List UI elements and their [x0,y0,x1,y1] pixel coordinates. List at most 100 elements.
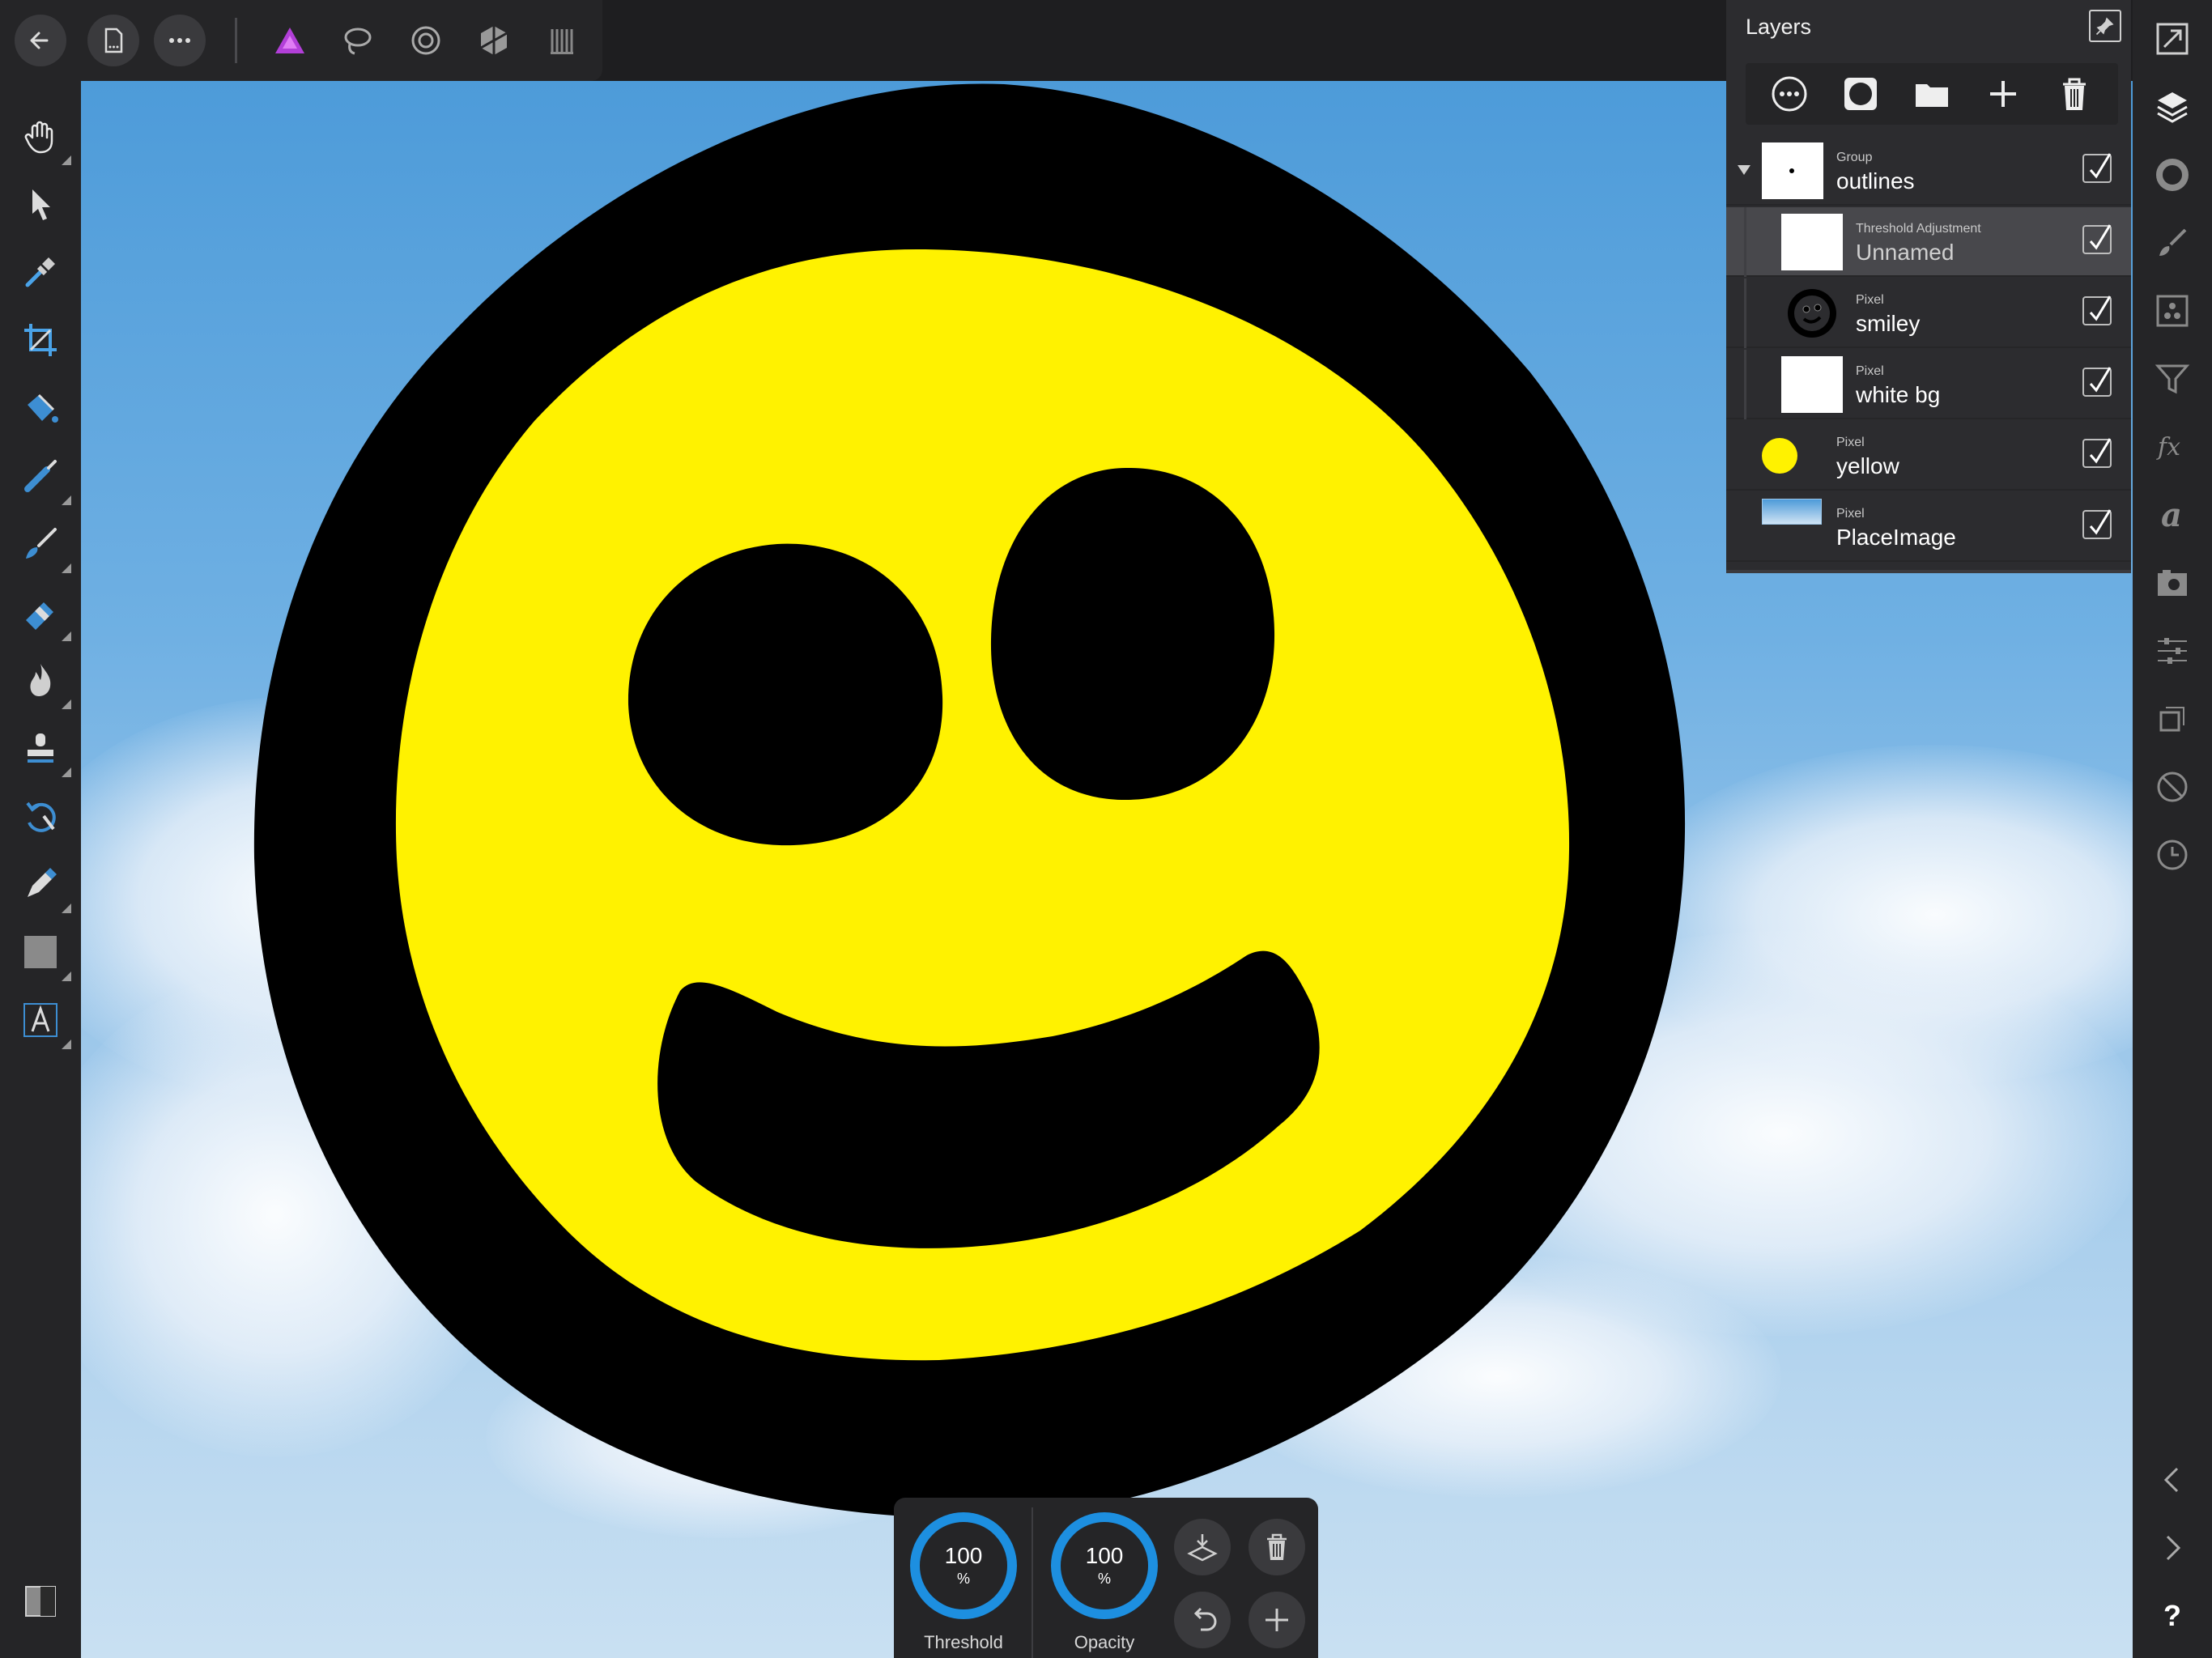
history-studio-button[interactable] [2153,835,2192,874]
layer-visibility-checkbox[interactable] [2082,367,2112,397]
mask-studio-button[interactable] [2153,767,2192,806]
flood-fill-tool[interactable] [15,382,66,434]
navigator-studio-button[interactable] [2153,19,2192,58]
paint-bucket-icon [28,393,58,423]
expand-triangle-icon[interactable] [1736,162,1752,178]
chevron-right-icon [2166,1535,2181,1561]
delete-layer-button[interactable] [2048,68,2100,120]
add-layer-button[interactable] [1977,68,2029,120]
snapshot-studio-button[interactable] [2153,563,2192,602]
add-adjustment-button[interactable] [1249,1592,1305,1648]
crop-tool[interactable] [15,314,66,366]
layer-visibility-checkbox[interactable] [2082,224,2112,254]
back-button[interactable] [15,15,66,66]
rectangle-tool[interactable] [15,926,71,981]
text-styles-studio-button[interactable]: a [2153,495,2192,534]
layer-row-threshold[interactable]: Threshold Adjustment Unnamed [1726,207,2131,277]
layer-row-white-bg[interactable]: Pixel white bg [1726,350,2131,419]
layer-visibility-checkbox[interactable] [2082,438,2112,468]
liquify-persona-button[interactable] [332,15,384,66]
fx-studio-button[interactable]: fx [2153,427,2192,466]
tools-panel [0,81,81,1658]
right-eye [990,467,1275,800]
reset-adjustment-button[interactable] [1174,1592,1231,1648]
pin-panel-button[interactable] [2089,10,2121,42]
layers-icon [2157,92,2188,123]
transform-studio-button[interactable] [2153,699,2192,738]
color-swatch[interactable] [15,1575,66,1627]
photo-persona-button[interactable] [264,15,316,66]
threshold-dial[interactable]: 100 % [908,1511,1019,1621]
liquify-persona-icon [344,28,372,55]
mask-layer-button[interactable] [1835,68,1887,120]
layer-row-placeimage[interactable]: Pixel PlaceImage [1726,492,2131,562]
layer-thumbnail [1781,356,1843,413]
more-button[interactable] [154,15,206,66]
layers-panel: Layers Group outlines Threshold Adjustme… [1726,0,2131,573]
tool-more-indicator [62,155,71,165]
layer-options-button[interactable] [1763,68,1815,120]
layer-visibility-checkbox[interactable] [2082,509,2112,539]
layer-visibility-checkbox[interactable] [2082,295,2112,325]
tool-more-indicator [62,495,71,505]
collapse-left-button[interactable] [2153,1460,2192,1499]
layer-row-yellow[interactable]: Pixel yellow [1726,421,2131,491]
document-button[interactable] [87,15,139,66]
document-icon [104,28,123,53]
tool-more-indicator [62,903,71,913]
color-picker-tool[interactable] [15,246,66,298]
layer-visibility-checkbox[interactable] [2082,153,2112,183]
sliders-studio-button[interactable] [2153,631,2192,670]
clone-tool[interactable] [15,722,71,777]
adjustments-studio-button[interactable] [2153,359,2192,398]
export-persona-button[interactable] [536,15,588,66]
move-tool[interactable] [15,178,66,230]
tool-more-indicator [62,631,71,641]
undo-brush-tool[interactable] [15,790,66,842]
svg-text:fx: fx [2156,433,2180,461]
merge-down-button[interactable] [1174,1519,1231,1575]
channels-icon [2156,295,2189,327]
brush-icon [2159,228,2187,256]
layer-name: Unnamed [1856,240,1955,265]
group-layers-button[interactable] [1906,68,1958,120]
layer-name: PlaceImage [1836,525,1956,550]
layer-row-outlines[interactable]: Group outlines [1726,136,2131,206]
transform-icon [2159,707,2184,732]
pen-tool[interactable] [15,858,71,913]
navigator-icon [2156,23,2189,55]
layer-name: outlines [1836,168,1915,193]
context-toolbar: 100 % Threshold 100 % Opacity [894,1498,1318,1658]
paint-brush-tool[interactable] [15,518,71,573]
layers-studio-button[interactable] [2153,87,2192,126]
context-divider [1032,1507,1033,1658]
develop-persona-button[interactable] [400,15,452,66]
pin-icon [2095,17,2114,36]
opacity-unit: % [1097,1571,1111,1587]
layer-type: Pixel [1856,364,1884,378]
selection-brush-tool[interactable] [15,450,71,505]
brushes-studio-button[interactable] [2153,223,2192,262]
dodge-burn-tool[interactable] [15,654,71,709]
export-persona-icon [551,29,573,54]
layer-row-smiley[interactable]: Pixel smiley [1726,278,2131,348]
help-button[interactable]: ? [2153,1596,2192,1635]
back-arrow-icon [30,32,49,49]
channels-studio-button[interactable] [2153,291,2192,330]
layers-action-bar [1746,63,2118,125]
move-arrow-icon [32,189,50,220]
color-studio-button[interactable] [2153,155,2192,194]
delete-adjustment-button[interactable] [1249,1519,1305,1575]
collapse-right-button[interactable] [2153,1528,2192,1567]
text-tool[interactable] [15,994,71,1049]
svg-text:a: a [2161,497,2182,533]
opacity-dial[interactable]: 100 % [1049,1511,1159,1621]
yellow-circle-thumbnail-icon [1762,438,1797,474]
toolbar-divider [235,18,237,63]
tone-mapping-persona-button[interactable] [468,15,520,66]
erase-brush-tool[interactable] [15,586,71,641]
trash-icon [1267,1533,1287,1560]
layers-panel-title: Layers [1746,15,1812,39]
mask-icon [1844,78,1877,110]
hand-tool[interactable] [15,110,71,165]
